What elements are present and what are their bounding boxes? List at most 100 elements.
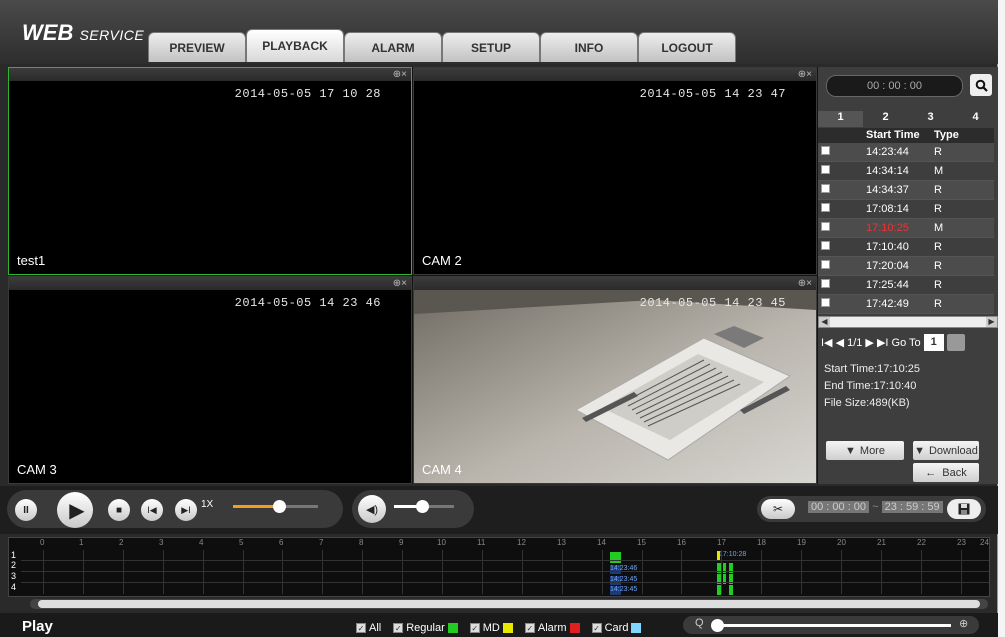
clip-time-range[interactable]: 00 : 00 : 00 ~ 23 : 59 : 59 [808,501,943,513]
timeline-scrollbar[interactable] [30,599,988,609]
clip-button[interactable]: ✂ [761,499,795,519]
tab-setup[interactable]: SETUP [442,32,540,62]
file-checkbox[interactable] [821,184,830,193]
pager-controls[interactable]: I◀ ◀ 1/1 ▶ ▶I Go To [821,336,921,349]
file-checkbox[interactable] [821,146,830,155]
pane-label: CAM 4 [422,462,462,477]
file-row[interactable]: 17:42:49 R [818,295,994,314]
file-row[interactable]: 17:20:04 R [818,257,994,276]
prev-frame-icon: I◀ [147,504,157,515]
pane-label: test1 [17,253,46,268]
pause-button[interactable]: II [15,499,37,521]
camera-scene-image [414,290,816,483]
back-button[interactable]: ← Back [913,463,979,482]
prev-frame-button[interactable]: I◀ [141,499,163,521]
file-checkbox[interactable] [821,298,830,307]
tab-logout[interactable]: LOGOUT [638,32,736,62]
pane-titlebar: ⊕× [414,277,816,290]
file-row[interactable]: 17:08:14 R [818,200,994,219]
go-button[interactable] [946,334,965,351]
pane-zoom-close-icon[interactable]: ⊕× [393,277,407,290]
scroll-right-icon[interactable]: ▶ [986,317,997,327]
channel-label: 4 [11,582,17,592]
pane-titlebar: ⊕× [9,68,411,81]
tab-info[interactable]: INFO [540,32,638,62]
record-type-legend: ✓ All ✓ Regular ✓ MD ✓ Alarm ✓ Card [356,622,642,634]
channel-tab-2[interactable]: 2 [863,111,908,127]
volume-slider[interactable] [394,500,454,513]
play-button[interactable]: ▶ [57,492,93,528]
tab-playback[interactable]: PLAYBACK [246,29,344,62]
slider-handle[interactable] [416,500,429,513]
filter-alarm[interactable]: ✓ Alarm [524,622,580,634]
legend-swatch [631,623,642,633]
timeline-grid-line [801,550,802,594]
timeline-grid-line [841,550,842,594]
timeline-grid-line [362,550,363,594]
pane-zoom-close-icon[interactable]: ⊕× [393,68,407,81]
checkbox-checked-icon[interactable]: ✓ [524,623,535,633]
arrow-left-icon: ← [925,466,937,479]
filter-regular[interactable]: ✓ Regular [393,622,458,634]
download-button[interactable]: ▼ Download [913,441,979,460]
volume-button[interactable]: ◀) [358,495,386,523]
timeline-grid-line [642,550,643,594]
scrollbar-thumb[interactable] [38,600,980,608]
zoom-out-icon[interactable]: Q [695,617,704,629]
filter-all[interactable]: ✓ All [356,622,381,634]
checkbox-checked-icon[interactable]: ✓ [393,623,404,633]
timeline-grid-line [522,550,523,594]
play-label: Play [22,618,53,635]
tab-alarm[interactable]: ALARM [344,32,442,62]
scroll-left-icon[interactable]: ◀ [819,317,830,327]
file-checkbox[interactable] [821,222,830,231]
stop-button[interactable]: ■ [108,499,130,521]
time-search-input[interactable]: 00 : 00 : 00 [826,75,963,97]
bottom-bar: Play ✓ All ✓ Regular ✓ MD ✓ Alarm ✓ Card Q ⊕ [0,613,998,637]
file-row[interactable]: 17:10:40 R [818,238,994,257]
video-pane-1[interactable]: ⊕× 2014-05-05 17 10 28 test1 [8,67,412,275]
more-button[interactable]: ▼ More [826,441,904,460]
channel-tab-3[interactable]: 3 [908,111,953,127]
checkbox-checked-icon[interactable]: ✓ [469,623,480,633]
timeline[interactable]: 0 1 2 3 4 5 6 7 8 9 10 11 12 13 14 15 16… [8,537,1002,597]
video-pane-3[interactable]: ⊕× 2014-05-05 14 23 46 CAM 3 [8,276,412,484]
record-panel: 00 : 00 : 00 1 2 3 4 Start Time Type 14:… [818,67,998,484]
video-pane-4[interactable]: ⊕× 2014-05-05 14 23 45 CAM 4 [413,276,817,484]
tab-preview[interactable]: PREVIEW [148,32,246,62]
file-row-selected[interactable]: 17:10:25 M [818,219,994,238]
video-pane-2[interactable]: ⊕× 2014-05-05 14 23 47 CAM 2 [413,67,817,275]
zoom-in-icon[interactable]: ⊕ [959,617,968,630]
save-button[interactable] [947,499,981,519]
file-list-scrollbar[interactable]: ◀ ▶ [818,316,998,328]
channel-tab-4[interactable]: 4 [953,111,998,127]
checkbox-checked-icon[interactable]: ✓ [591,623,602,633]
filter-card[interactable]: ✓ Card [591,622,642,634]
checkbox-checked-icon[interactable]: ✓ [356,623,366,633]
file-row[interactable]: 14:34:14 M [818,162,994,181]
file-checkbox[interactable] [821,203,830,212]
filter-md[interactable]: ✓ MD [469,622,513,634]
search-button[interactable] [970,74,992,96]
timeline-grid-line [602,550,603,594]
page-input[interactable]: 1 [923,334,944,351]
timeline-grid-line [123,550,124,594]
timeline-grid-line [482,550,483,594]
file-checkbox[interactable] [821,279,830,288]
pane-zoom-close-icon[interactable]: ⊕× [798,68,812,81]
slider-handle[interactable] [711,619,724,632]
channel-tab-1[interactable]: 1 [818,111,863,127]
slider-handle[interactable] [273,500,286,513]
file-checkbox[interactable] [821,165,830,174]
speed-slider[interactable] [233,500,318,513]
timeline-zoom-slider[interactable]: Q ⊕ [683,616,979,634]
timeline-marker-label: 14:23:45 [610,586,638,593]
next-frame-button[interactable]: ▶I [175,499,197,521]
play-icon: ▶ [69,499,85,522]
file-row[interactable]: 14:34:37 R [818,181,994,200]
pane-zoom-close-icon[interactable]: ⊕× [798,277,812,290]
file-checkbox[interactable] [821,260,830,269]
file-checkbox[interactable] [821,241,830,250]
file-row[interactable]: 14:23:44 R [818,143,994,162]
file-row[interactable]: 17:25:44 R [818,276,994,295]
